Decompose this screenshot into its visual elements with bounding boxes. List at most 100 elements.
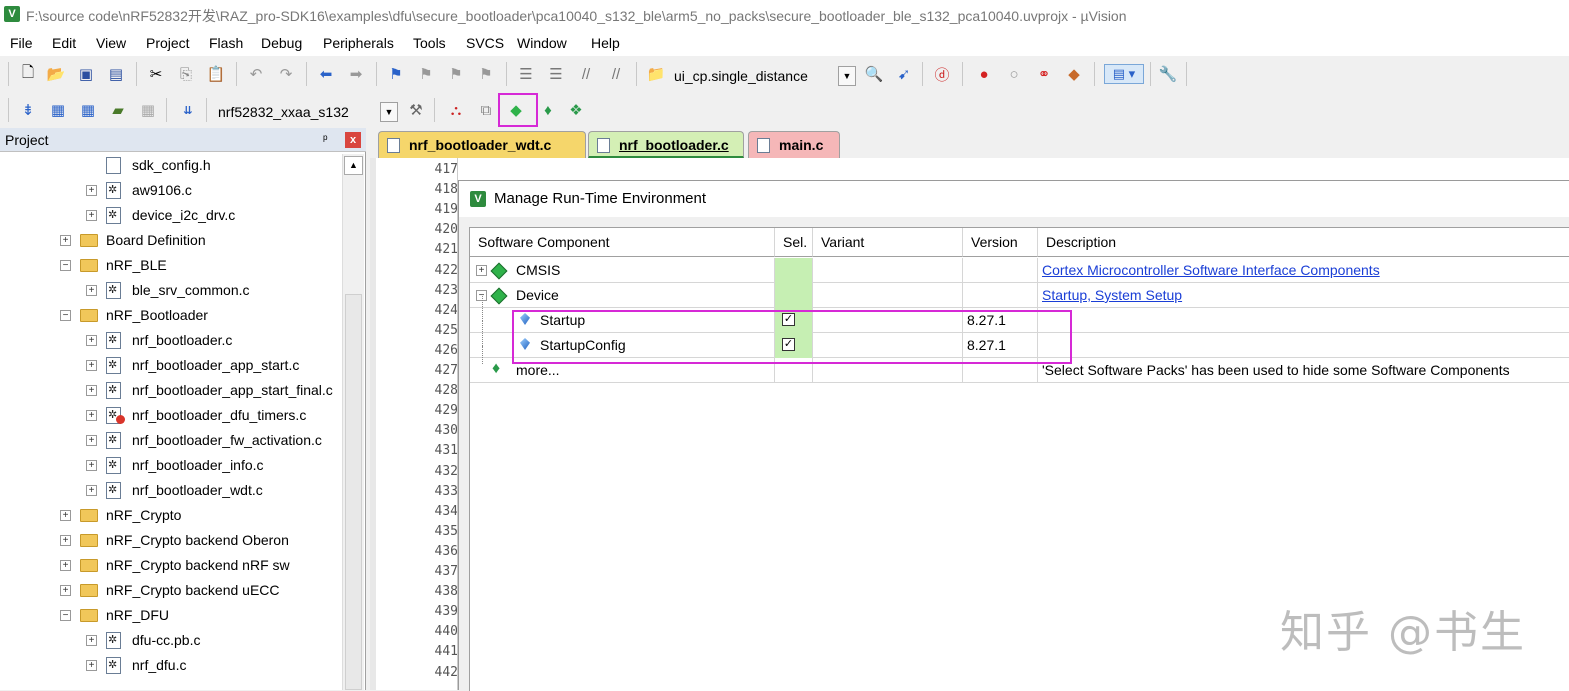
stop-build-icon[interactable]: ▦ <box>138 100 158 120</box>
prev-bookmark-icon[interactable]: ⚑ <box>416 64 436 84</box>
component-row-cmsis[interactable]: + CMSIS Cortex Microcontroller Software … <box>470 258 1569 283</box>
build-icon[interactable]: ▦ <box>48 100 68 120</box>
expand-icon[interactable]: + <box>86 335 97 346</box>
comment-icon[interactable]: // <box>576 64 596 84</box>
batch-build-icon[interactable]: ▰ <box>108 100 128 120</box>
target-combo-dropdown-icon[interactable]: ▼ <box>380 102 398 122</box>
undo-icon[interactable]: ↶ <box>246 64 266 84</box>
expand-icon[interactable]: + <box>60 535 71 546</box>
select-packs-icon[interactable]: ♦ <box>538 100 558 120</box>
menu-help[interactable]: Help <box>591 35 620 51</box>
expand-icon[interactable]: + <box>86 460 97 471</box>
tree-folder[interactable]: − nRF_BLE <box>0 254 342 279</box>
tree-file[interactable]: + aw9106.c <box>0 179 342 204</box>
target-combo[interactable]: nrf52832_xxaa_s132 <box>218 100 378 124</box>
copy-target-icon[interactable]: ⧉ <box>476 100 496 120</box>
copy-icon[interactable]: ⎘ <box>176 64 196 84</box>
tree-folder[interactable]: + nRF_Crypto backend Oberon <box>0 529 342 554</box>
tree-file[interactable]: + ble_srv_common.c <box>0 279 342 304</box>
close-icon[interactable]: x <box>345 132 361 148</box>
insert-breakpoint-icon[interactable]: ● <box>974 64 994 84</box>
scroll-up-icon[interactable]: ▲ <box>344 156 363 175</box>
incremental-find-icon[interactable]: ➹ <box>894 64 914 84</box>
expand-icon[interactable]: − <box>60 260 71 271</box>
tree-file[interactable]: + dfu-cc.pb.c <box>0 629 342 654</box>
kill-all-breakpoints-icon[interactable]: ◆ <box>1064 64 1084 84</box>
start-debug-icon[interactable]: ⓓ <box>932 64 952 84</box>
paste-icon[interactable]: 📋 <box>206 64 226 84</box>
find-combo[interactable]: ui_cp.single_distance <box>674 64 834 88</box>
column-header-variant[interactable]: Variant <box>813 228 963 257</box>
expand-icon[interactable]: + <box>86 410 97 421</box>
tree-folder[interactable]: + nRF_Crypto backend uECC <box>0 579 342 604</box>
new-file-icon[interactable]: 🗋 <box>18 64 38 84</box>
sel-cell[interactable] <box>775 283 813 308</box>
expand-icon[interactable]: − <box>60 310 71 321</box>
cut-icon[interactable]: ✂ <box>146 64 166 84</box>
tree-file[interactable]: sdk_config.h <box>0 154 342 179</box>
redo-icon[interactable]: ↷ <box>276 64 296 84</box>
open-folder-icon[interactable]: 📂 <box>46 64 66 84</box>
tab-nrf-bootloader[interactable]: nrf_bootloader.c <box>588 131 744 158</box>
expand-icon[interactable]: − <box>60 610 71 621</box>
expand-icon[interactable]: + <box>86 485 97 496</box>
tree-file[interactable]: + nrf_dfu.c <box>0 654 342 679</box>
tree-file[interactable]: + nrf_bootloader_fw_activation.c <box>0 429 342 454</box>
description-link[interactable]: Cortex Microcontroller Software Interfac… <box>1042 262 1380 278</box>
pack-installer-icon[interactable]: ❖ <box>566 100 586 120</box>
find-icon[interactable]: 🔍 <box>864 64 884 84</box>
find-in-files-icon[interactable]: 📁 <box>646 64 666 84</box>
expand-icon[interactable]: + <box>86 360 97 371</box>
uncomment-icon[interactable]: // <box>606 64 626 84</box>
tree-folder[interactable]: − nRF_DFU <box>0 604 342 629</box>
target-options-icon[interactable]: ⚒ <box>406 100 426 120</box>
find-combo-dropdown-icon[interactable]: ▼ <box>838 66 856 86</box>
expand-icon[interactable]: + <box>60 585 71 596</box>
tree-file[interactable]: + nrf_bootloader_app_start_final.c <box>0 379 342 404</box>
expand-icon[interactable]: + <box>60 510 71 521</box>
save-all-icon[interactable]: ▤ <box>106 64 126 84</box>
unindent-icon[interactable]: ☰ <box>546 64 566 84</box>
scroll-thumb[interactable] <box>345 294 362 690</box>
tree-file[interactable]: + nrf_bootloader_app_start.c <box>0 354 342 379</box>
save-icon[interactable]: ▣ <box>76 64 96 84</box>
expand-icon[interactable]: + <box>86 385 97 396</box>
sel-cell[interactable] <box>775 258 813 283</box>
column-header-component[interactable]: Software Component <box>470 228 775 257</box>
component-row-device[interactable]: − Device Startup, System Setup <box>470 283 1569 308</box>
description-link[interactable]: Startup, System Setup <box>1042 287 1182 303</box>
tab-nrf-bootloader-wdt[interactable]: nrf_bootloader_wdt.c <box>378 131 586 158</box>
tab-main[interactable]: main.c <box>748 131 840 158</box>
expand-icon[interactable]: + <box>60 235 71 246</box>
tree-folder[interactable]: + nRF_Crypto <box>0 504 342 529</box>
download-load-icon[interactable]: ⇊ <box>178 100 198 120</box>
tree-file[interactable]: + nrf_bootloader_dfu_timers.c <box>0 404 342 429</box>
column-header-version[interactable]: Version <box>963 228 1038 257</box>
tree-file[interactable]: + nrf_bootloader_info.c <box>0 454 342 479</box>
menu-svcs[interactable]: SVCS <box>466 35 504 51</box>
tree-folder[interactable]: − nRF_Bootloader <box>0 304 342 329</box>
menu-project[interactable]: Project <box>146 35 190 51</box>
file-extensions-icon[interactable]: ⛬ <box>446 100 466 120</box>
tree-folder[interactable]: + Board Definition <box>0 229 342 254</box>
window-layout-icon[interactable]: ▤ ▾ <box>1104 64 1144 84</box>
indent-icon[interactable]: ☰ <box>516 64 536 84</box>
tree-file[interactable]: + device_i2c_drv.c <box>0 204 342 229</box>
pin-icon[interactable]: ᵖ <box>323 132 328 146</box>
tree-file[interactable]: + nrf_bootloader_wdt.c <box>0 479 342 504</box>
menu-edit[interactable]: Edit <box>52 35 76 51</box>
enable-breakpoint-icon[interactable]: ○ <box>1004 64 1024 84</box>
disable-all-breakpoints-icon[interactable]: ⚭ <box>1034 64 1054 84</box>
expand-icon[interactable]: + <box>86 185 97 196</box>
menu-flash[interactable]: Flash <box>209 35 243 51</box>
expand-icon[interactable]: + <box>86 635 97 646</box>
configure-icon[interactable]: 🔧 <box>1158 64 1178 84</box>
next-bookmark-icon[interactable]: ⚑ <box>446 64 466 84</box>
expand-icon[interactable]: + <box>86 210 97 221</box>
menu-view[interactable]: View <box>96 35 126 51</box>
expand-icon[interactable]: + <box>86 660 97 671</box>
translate-icon[interactable]: ⇟ <box>18 100 38 120</box>
navigate-back-icon[interactable]: ⬅ <box>316 64 336 84</box>
expand-icon[interactable]: + <box>476 265 487 276</box>
bookmark-icon[interactable]: ⚑ <box>386 64 406 84</box>
